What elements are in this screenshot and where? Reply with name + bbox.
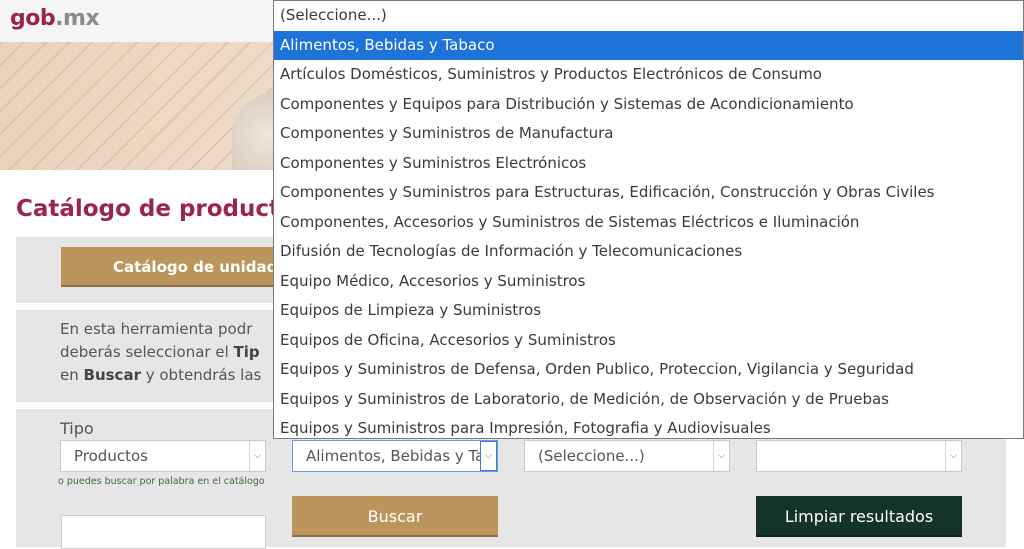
dropdown-option[interactable]: Equipos y Suministros de Defensa, Orden … bbox=[274, 355, 1023, 385]
dropdown-option[interactable]: Componentes y Equipos para Distribución … bbox=[274, 90, 1023, 120]
logo-tld: .mx bbox=[55, 6, 100, 31]
search-button[interactable]: Buscar bbox=[292, 496, 498, 537]
search-hint: o puedes buscar por palabra en el catálo… bbox=[58, 476, 265, 487]
dropdown-option[interactable]: Componentes y Suministros para Estructur… bbox=[274, 178, 1023, 208]
tipo-select[interactable]: Productos ⌵ bbox=[60, 440, 266, 472]
logo-main: gob bbox=[10, 6, 56, 31]
segment-select[interactable]: Alimentos, Bebidas y Tabaco ⌵ bbox=[292, 440, 498, 472]
dropdown-option[interactable]: Equipos y Suministros para Impresión, Fo… bbox=[274, 414, 1023, 438]
chevron-down-icon: ⌵ bbox=[713, 441, 729, 471]
description-line-3-text: en bbox=[60, 366, 84, 384]
dropdown-option[interactable]: Equipo Médico, Accesorios y Suministros bbox=[274, 267, 1023, 297]
tipo-select-value: Productos bbox=[74, 447, 148, 465]
chevron-down-icon: ⌵ bbox=[249, 441, 265, 471]
dropdown-option[interactable]: Equipos y Suministros de Laboratorio, de… bbox=[274, 385, 1023, 415]
description-line-2-text: deberás seleccionar el bbox=[60, 343, 234, 361]
chevron-down-icon: ⌵ bbox=[480, 441, 497, 471]
dropdown-option[interactable]: (Seleccione...) bbox=[274, 1, 1023, 31]
keyword-search-input[interactable] bbox=[61, 515, 266, 549]
dropdown-option[interactable]: Difusión de Tecnologías de Información y… bbox=[274, 237, 1023, 267]
segment-dropdown-list[interactable]: (Seleccione...) Alimentos, Bebidas y Taba… bbox=[273, 0, 1024, 439]
dropdown-option[interactable]: Equipos de Limpieza y Suministros bbox=[274, 296, 1023, 326]
description-line-2-bold: Tip bbox=[233, 343, 260, 361]
clear-results-button[interactable]: Limpiar resultados bbox=[756, 496, 962, 537]
family-select[interactable]: (Seleccione...) ⌵ bbox=[524, 440, 730, 472]
dropdown-option[interactable]: Artículos Domésticos, Suministros y Prod… bbox=[274, 60, 1023, 90]
segment-select-value: Alimentos, Bebidas y Tabaco bbox=[306, 447, 497, 465]
chevron-down-icon: ⌵ bbox=[945, 441, 961, 471]
dropdown-option[interactable]: Equipos de Oficina, Accesorios y Suminis… bbox=[274, 326, 1023, 356]
description-line-3-bold: Buscar bbox=[83, 366, 141, 384]
class-select[interactable]: ⌵ bbox=[756, 440, 962, 472]
tipo-label: Tipo bbox=[60, 419, 94, 438]
family-select-value: (Seleccione...) bbox=[538, 447, 645, 465]
page-title: Catálogo de productos bbox=[16, 196, 310, 222]
dropdown-option[interactable]: Componentes, Accesorios y Suministros de… bbox=[274, 208, 1023, 238]
gobmx-logo[interactable]: gob.mx bbox=[10, 6, 100, 31]
dropdown-option[interactable]: Componentes y Suministros de Manufactura bbox=[274, 119, 1023, 149]
dropdown-option[interactable]: Alimentos, Bebidas y Tabaco bbox=[274, 30, 1023, 60]
description-line-3-suffix: y obtendrás las bbox=[140, 366, 262, 384]
dropdown-option[interactable]: Componentes y Suministros Electrónicos bbox=[274, 149, 1023, 179]
